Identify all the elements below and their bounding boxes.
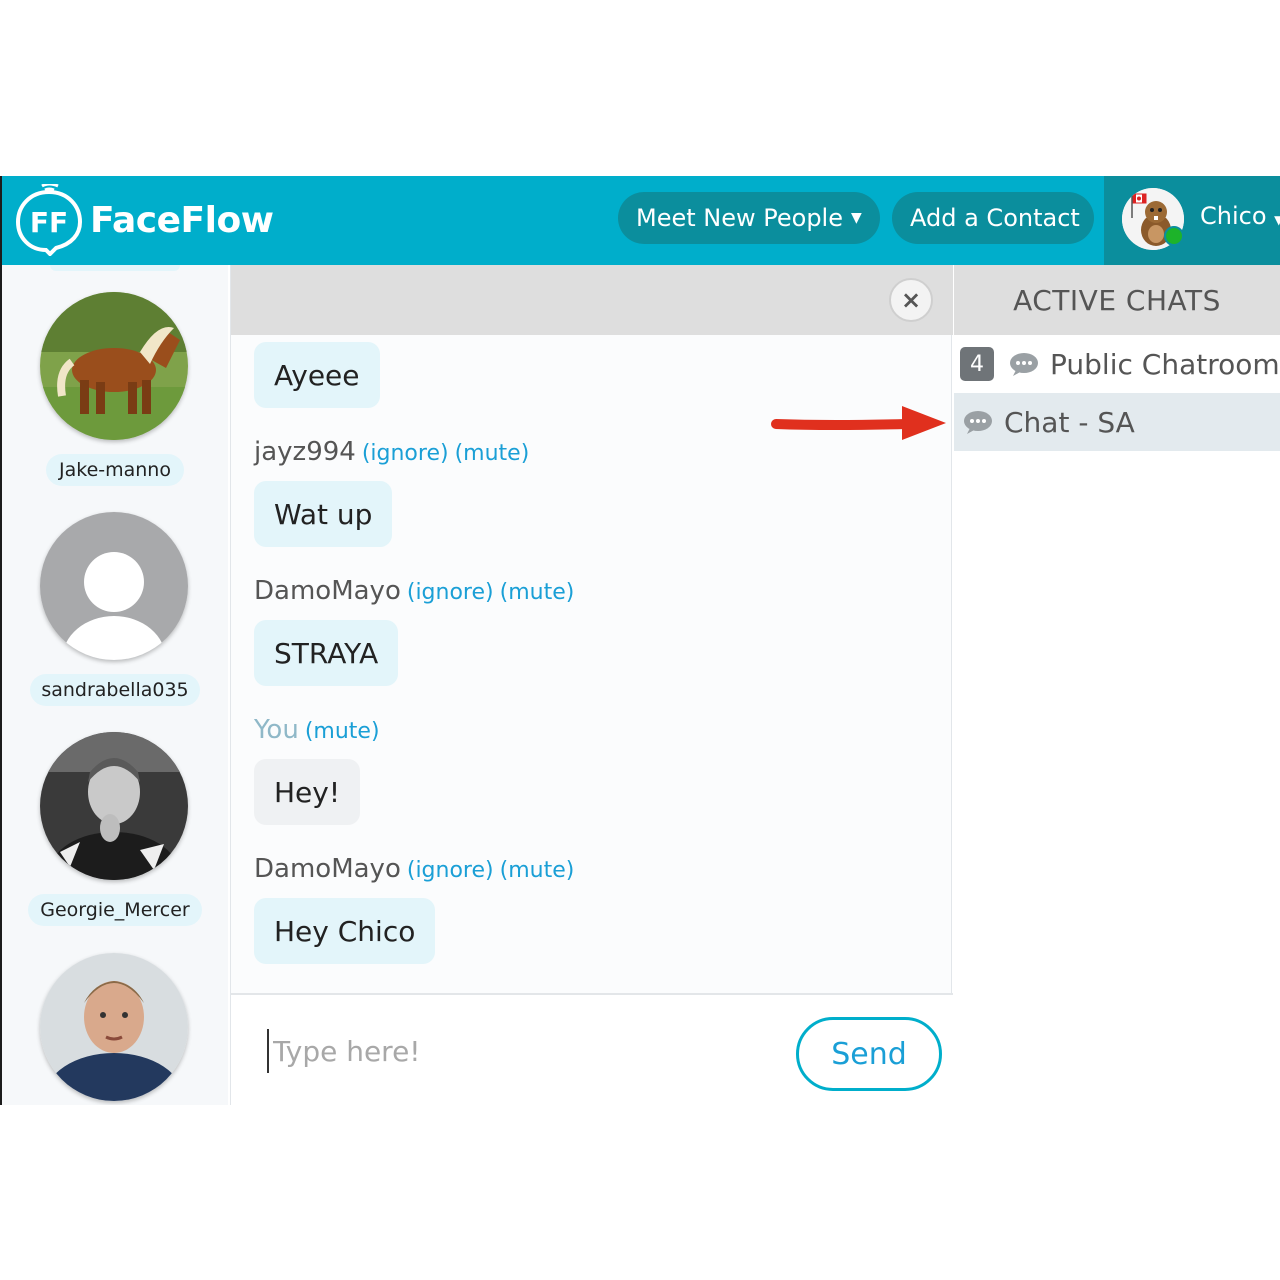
message-bubble: Wat up bbox=[254, 481, 393, 547]
message-input[interactable] bbox=[267, 1029, 767, 1073]
sender-name: DamoMayo bbox=[254, 854, 401, 884]
contact-avatar[interactable] bbox=[40, 732, 188, 880]
active-chats-title: ACTIVE CHATS bbox=[954, 265, 1280, 335]
svg-text:FF: FF bbox=[30, 206, 68, 239]
ignore-link[interactable]: (ignore) bbox=[407, 858, 494, 883]
add-contact-label: Add a Contact bbox=[910, 204, 1080, 232]
message-sender: DamoMayo (ignore) (mute) bbox=[254, 576, 574, 606]
faceflow-logo[interactable]: FF FaceFlow bbox=[12, 184, 274, 256]
meet-new-people-button[interactable]: Meet New People ▼ bbox=[618, 192, 880, 244]
ignore-link[interactable]: (ignore) bbox=[407, 580, 494, 605]
contact-name[interactable]: Jake-manno bbox=[46, 454, 184, 486]
contacts-sidebar: Jake-manno sandrabella035 Georgie_Mercer bbox=[2, 265, 228, 1105]
boy-photo-icon bbox=[40, 953, 188, 1101]
chat-header: × bbox=[231, 265, 953, 335]
add-contact-button[interactable]: Add a Contact bbox=[892, 192, 1094, 244]
sender-name: DamoMayo bbox=[254, 576, 401, 606]
mute-link[interactable]: (mute) bbox=[500, 580, 575, 605]
person-photo-icon bbox=[40, 732, 188, 880]
send-button[interactable]: Send bbox=[796, 1017, 942, 1091]
active-chat-public-chatroom[interactable]: 4 Public Chatroom bbox=[954, 335, 1280, 393]
close-icon: × bbox=[900, 286, 922, 314]
meet-new-people-label: Meet New People bbox=[636, 204, 843, 232]
mute-link[interactable]: (mute) bbox=[305, 719, 380, 744]
message-sender: jayz994 (ignore) (mute) bbox=[254, 437, 529, 467]
red-arrow-annotation-icon bbox=[771, 406, 946, 440]
contacts-top-tab bbox=[50, 265, 180, 271]
message-composer: Send bbox=[231, 993, 953, 1105]
default-avatar-icon bbox=[40, 512, 188, 660]
contact-avatar[interactable] bbox=[40, 292, 188, 440]
message-sender: You (mute) bbox=[254, 715, 380, 745]
ignore-link[interactable]: (ignore) bbox=[362, 441, 449, 466]
message-bubble-own: Hey! bbox=[254, 759, 361, 825]
contact-name[interactable]: Georgie_Mercer bbox=[28, 894, 202, 926]
unread-count-badge: 4 bbox=[960, 347, 994, 381]
user-name[interactable]: Chico ▼ bbox=[1200, 202, 1280, 230]
contact-avatar[interactable] bbox=[40, 512, 188, 660]
caret-down-icon: ▼ bbox=[1274, 213, 1280, 227]
contact-name[interactable]: sandrabella035 bbox=[30, 674, 200, 706]
active-chat-label: Chat - SA bbox=[1004, 405, 1135, 439]
message-bubble: STRAYA bbox=[254, 620, 399, 686]
sender-name: jayz994 bbox=[254, 437, 356, 467]
active-chats-panel: ACTIVE CHATS 4 Public Chatroom Chat - SA bbox=[954, 265, 1280, 1105]
top-navbar: FF FaceFlow Meet New People ▼ Add a Cont… bbox=[2, 176, 1280, 265]
faceflow-logo-icon: FF bbox=[15, 184, 83, 256]
caret-down-icon: ▼ bbox=[851, 210, 862, 226]
chat-panel: × Ayeee jayz994 (ignore) (mute) Wat up Dam… bbox=[230, 265, 953, 1105]
contact-avatar[interactable] bbox=[40, 953, 188, 1101]
online-status-indicator bbox=[1164, 226, 1184, 246]
message-bubble: Ayeee bbox=[254, 342, 380, 408]
user-menu[interactable]: Chico ▼ bbox=[1104, 176, 1280, 265]
brand-name: FaceFlow bbox=[90, 199, 274, 241]
horse-photo-icon bbox=[40, 292, 188, 440]
message-sender: DamoMayo (ignore) (mute) bbox=[254, 854, 574, 884]
active-chat-label: Public Chatroom bbox=[1050, 347, 1280, 381]
mute-link[interactable]: (mute) bbox=[500, 858, 575, 883]
chat-bubble-icon bbox=[964, 411, 992, 434]
close-chat-button[interactable]: × bbox=[889, 278, 933, 322]
message-bubble: Hey Chico bbox=[254, 898, 436, 964]
mute-link[interactable]: (mute) bbox=[455, 441, 530, 466]
active-chat-sa[interactable]: Chat - SA bbox=[954, 393, 1280, 451]
sender-name: You bbox=[254, 715, 299, 745]
chat-bubble-icon bbox=[1010, 353, 1038, 376]
faceflow-app: FF FaceFlow Meet New People ▼ Add a Cont… bbox=[0, 176, 1280, 1105]
